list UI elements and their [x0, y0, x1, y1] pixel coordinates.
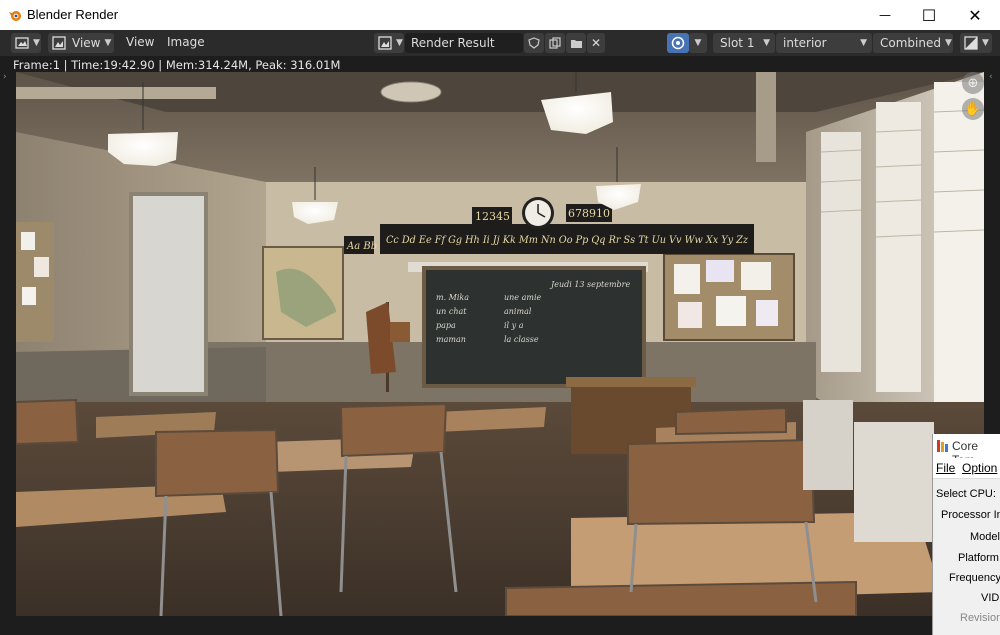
color-alpha-icon — [964, 36, 978, 50]
close-window-button[interactable]: ✕ — [952, 0, 998, 30]
chevron-down-icon: ▼ — [33, 38, 40, 48]
display-channels-dropdown[interactable]: ▼ — [960, 33, 992, 53]
shield-icon — [528, 37, 540, 49]
folder-icon — [570, 40, 582, 48]
menu-image[interactable]: Image — [167, 35, 205, 49]
render-status: Frame:1 | Time:19:42.90 | Mem:314.24M, P… — [0, 56, 1000, 72]
alphabet-strip: Cc Dd Ee Ff Gg Hh Ii Jj Kk Mm Nn Oo Pp Q… — [386, 235, 749, 246]
thermometer-icon — [937, 440, 948, 452]
chevron-down-icon: ▼ — [104, 38, 112, 48]
chalk-left-3: papa — [436, 321, 456, 330]
minimize-button[interactable]: — — [862, 0, 908, 30]
slot-label: Slot 1 — [720, 36, 755, 50]
number-card-right: 678910 — [568, 207, 610, 220]
chalk-left-4: maman — [436, 335, 466, 344]
chalk-mid-2: animal — [504, 307, 532, 316]
chalk-mid-4: la classe — [504, 335, 539, 344]
vid-label: VID: — [981, 592, 1000, 604]
chevron-down-icon: ▼ — [763, 38, 770, 48]
menu-options[interactable]: Option — [962, 461, 997, 475]
zoom-gizmo-button[interactable]: ⊕ — [962, 72, 984, 94]
render-pass-dropdown[interactable]: Combined ▼ — [873, 33, 953, 53]
render-result-viewport[interactable]: Aa Bb Cc Dd Ee Ff Gg Hh Ii Jj Kk Mm Nn O… — [16, 72, 984, 616]
unlink-image-button[interactable]: ✕ — [587, 33, 605, 53]
image-name-field[interactable]: Render Result — [405, 33, 523, 53]
slot-dropdown[interactable]: Slot 1 ▼ — [713, 33, 775, 53]
region-expand-arrow-icon[interactable]: ‹ — [989, 72, 993, 82]
coretemp-menubar: File Option — [933, 458, 1000, 479]
image-editor-icon — [15, 37, 29, 49]
fake-user-button[interactable] — [524, 33, 544, 53]
render-stats-text: Frame:1 | Time:19:42.90 | Mem:314.24M, P… — [13, 58, 341, 72]
left-region-edge: › — [0, 72, 16, 635]
chevron-down-icon: ▼ — [944, 38, 952, 48]
classroom-render-image: Aa Bb Cc Dd Ee Ff Gg Hh Ii Jj Kk Mm Nn O… — [16, 72, 984, 616]
select-cpu-label: Select CPU: — [936, 488, 996, 500]
image-name-label: Render Result — [411, 36, 495, 50]
browse-image-button[interactable]: ▼ — [374, 33, 404, 53]
render-pass-label: Combined — [880, 36, 941, 50]
blender-logo-icon — [9, 11, 21, 21]
editor-type-button[interactable]: ▼ — [11, 33, 41, 53]
platform-label: Platform: — [958, 552, 1000, 564]
window-titlebar: Blender Render — ☐ ✕ — [0, 0, 1000, 30]
coretemp-titlebar: Core Tem — [933, 434, 1000, 467]
chevron-down-icon: ▼ — [694, 38, 702, 48]
chalk-mid-1: une amie — [504, 293, 541, 302]
image-icon — [378, 36, 392, 50]
open-image-button[interactable] — [566, 33, 586, 53]
frequency-label: Frequency: — [949, 572, 1000, 584]
render-layer-dropdown[interactable]: interior ▼ — [776, 33, 872, 53]
chalk-date: Jeudi 13 septembre — [549, 280, 630, 289]
duplicate-icon — [549, 37, 561, 49]
close-icon: ✕ — [968, 5, 982, 25]
region-expand-arrow-icon[interactable]: › — [3, 72, 7, 82]
hand-icon: ✋ — [964, 101, 982, 117]
close-icon: ✕ — [590, 36, 602, 50]
maximize-icon: ☐ — [921, 5, 937, 25]
wall-clock — [522, 197, 554, 229]
view-mode-label: View — [72, 36, 101, 50]
view-mode-dropdown[interactable]: View ▼ — [48, 33, 114, 53]
revision-label: Revision: — [960, 612, 1000, 624]
chevron-down-icon: ▼ — [860, 38, 867, 48]
minimize-icon: — — [879, 8, 891, 22]
gizmo-icon — [671, 36, 685, 50]
menu-file[interactable]: File — [936, 461, 955, 475]
new-image-button[interactable] — [545, 33, 565, 53]
zoom-icon: ⊕ — [967, 75, 979, 91]
menu-view[interactable]: View — [126, 35, 154, 49]
toggle-gizmo-button[interactable] — [667, 33, 689, 53]
number-card-left: 12345 — [475, 210, 510, 223]
view-icon — [52, 36, 66, 50]
chevron-down-icon: ▼ — [982, 38, 989, 48]
image-editor-header: ▼ View ▼ View Image ▼ Render Result ✕ ▼ … — [0, 30, 1000, 57]
alphabet-card-1: Aa Bb — [346, 241, 377, 252]
pan-gizmo-button[interactable]: ✋ — [962, 98, 984, 120]
window-title: Blender Render — [27, 7, 119, 22]
chalk-left-2: un chat — [436, 307, 467, 316]
coretemp-window: Core Tem File Option Select CPU: Process… — [932, 434, 1000, 635]
chalk-left-1: m. Mika — [436, 293, 469, 302]
bottom-region-edge — [0, 616, 1000, 635]
maximize-button[interactable]: ☐ — [906, 0, 952, 30]
chalk-mid-3: il y a — [504, 321, 524, 330]
processor-info-label: Processor Inf — [941, 509, 1000, 521]
model-label: Model: — [970, 531, 1000, 543]
chevron-down-icon: ▼ — [396, 38, 403, 48]
gizmo-options-dropdown[interactable]: ▼ — [689, 33, 707, 53]
render-layer-label: interior — [783, 36, 827, 50]
